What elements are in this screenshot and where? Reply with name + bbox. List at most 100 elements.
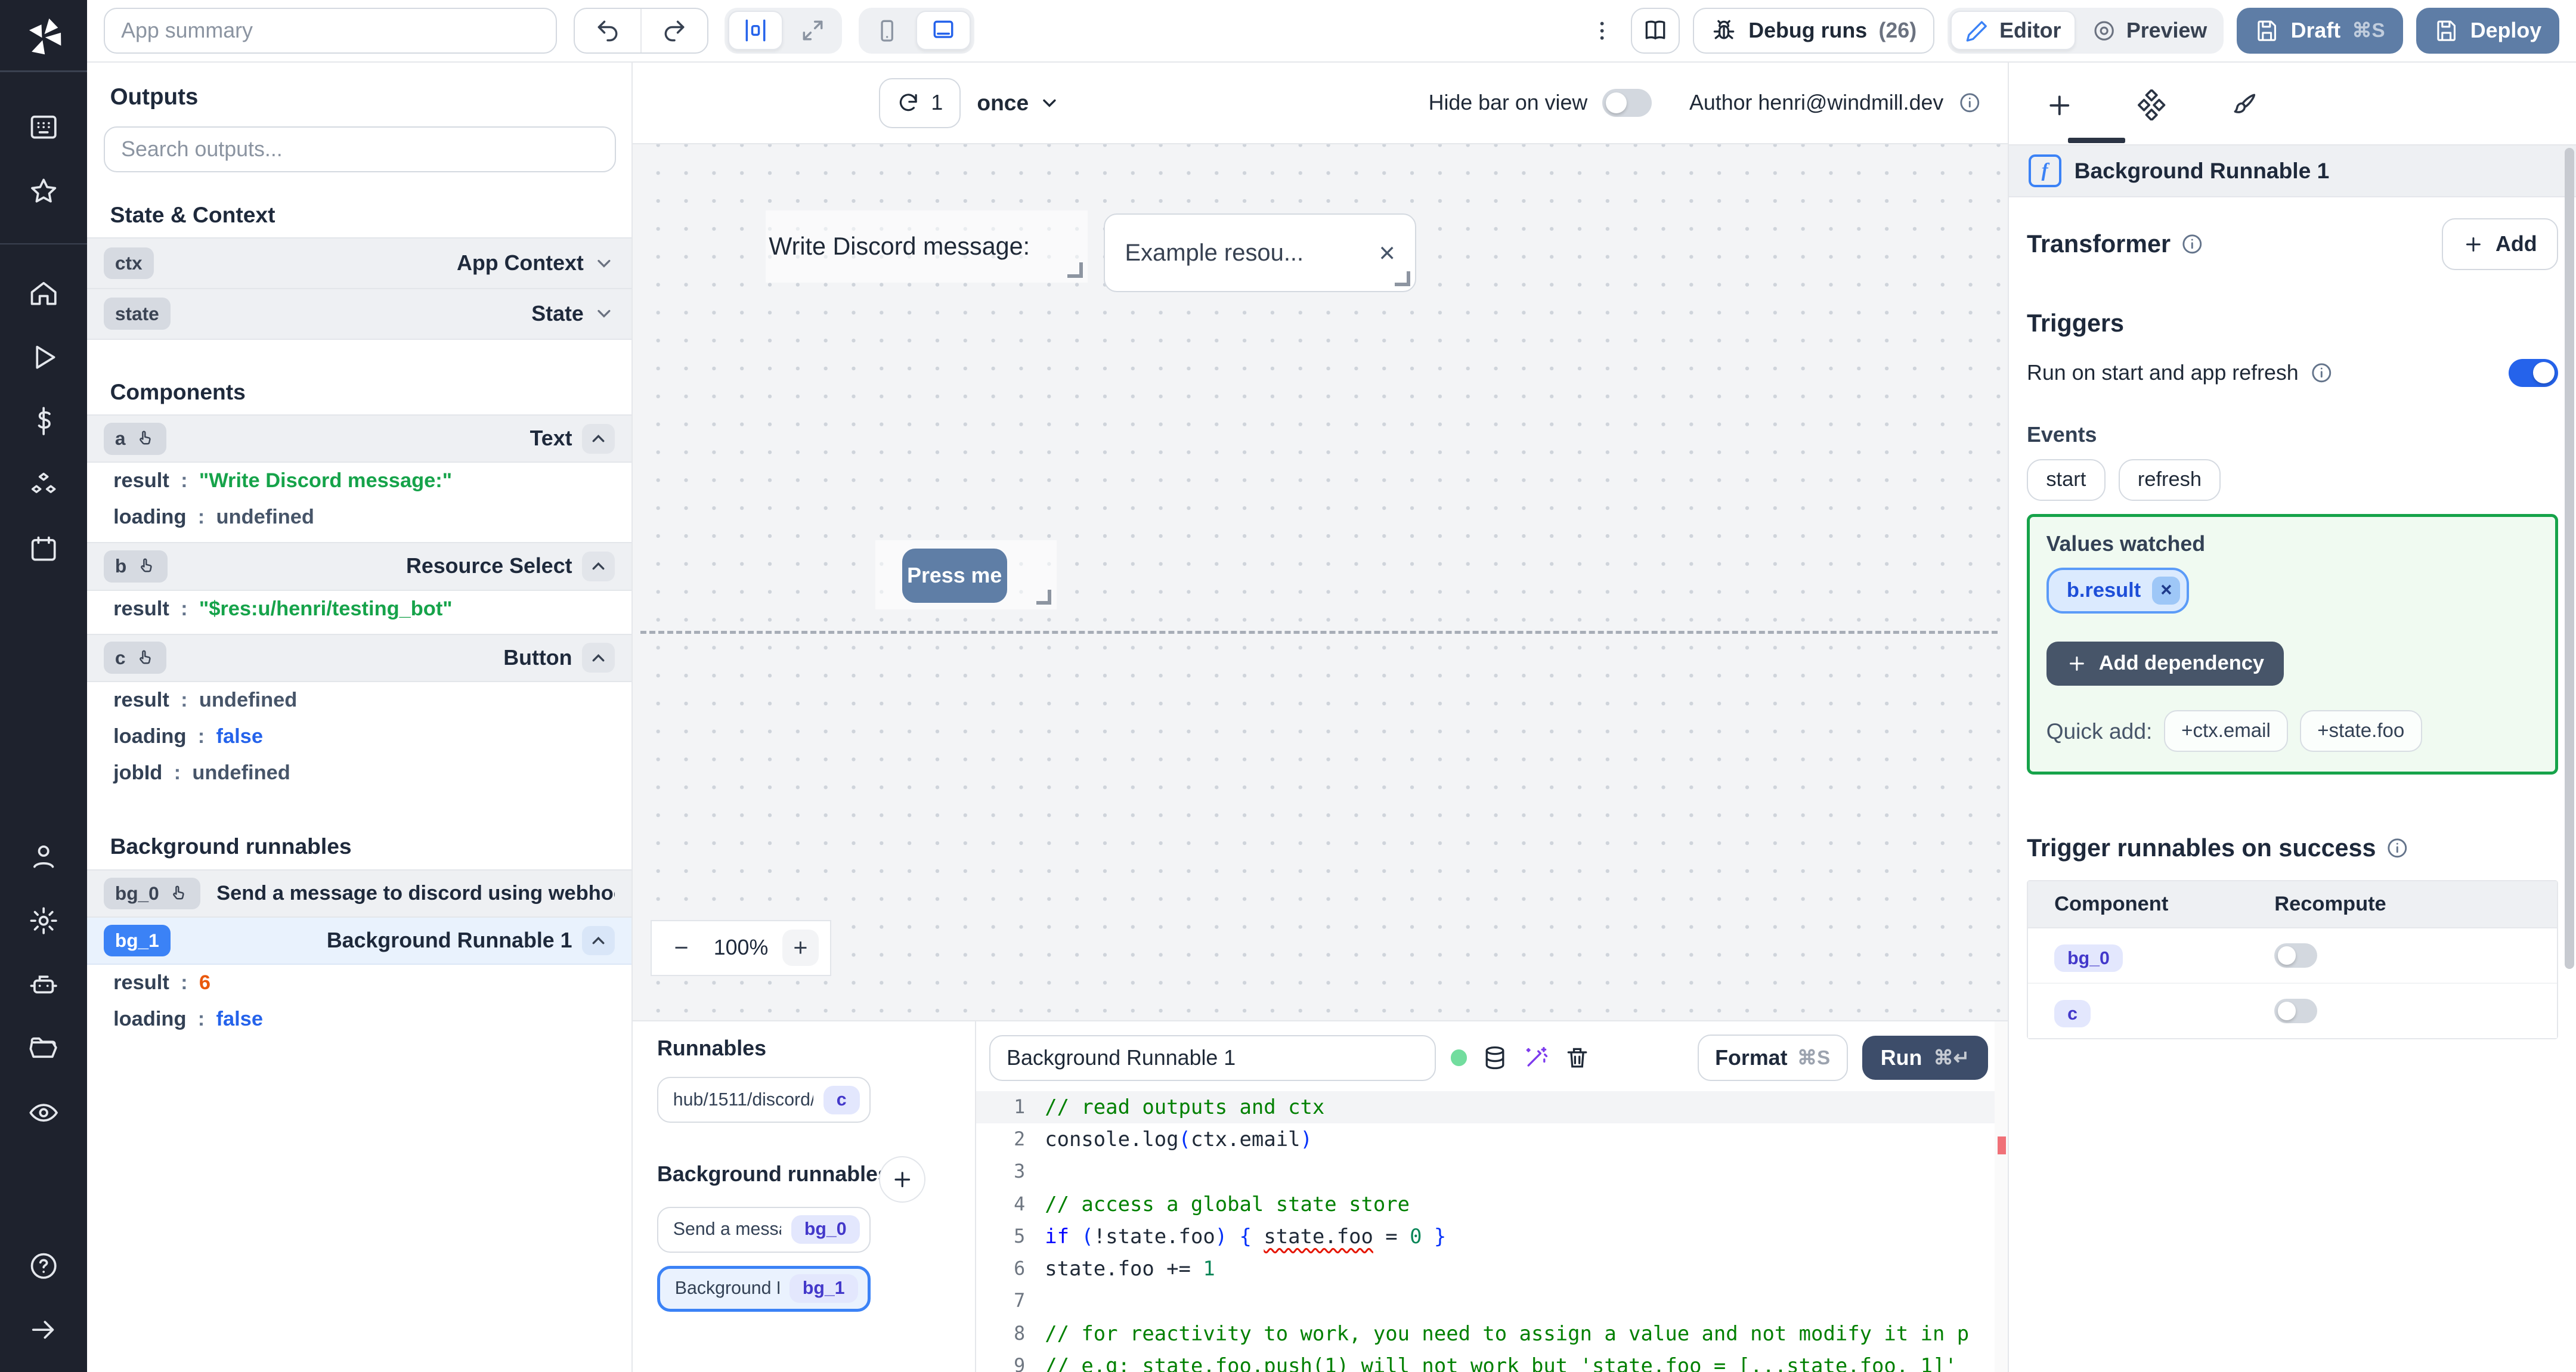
settings-panel: f Background Runnable 1 Transformer Add …	[2007, 62, 2576, 1372]
workers-robot-icon[interactable]	[0, 953, 87, 1017]
collapse-chevron-up-icon[interactable]	[582, 423, 615, 454]
quick-add-ctx-email[interactable]: +ctx.email	[2163, 710, 2289, 752]
schedules-calendar-icon[interactable]	[0, 518, 87, 581]
code-line[interactable]: 4// access a global state store	[976, 1188, 2008, 1221]
code-editor: Format ⌘S Run ⌘↵ 1// read outputs and ct…	[976, 1021, 2008, 1372]
event-start-pill[interactable]: start	[2027, 459, 2106, 501]
run-mode-dropdown[interactable]: once	[977, 90, 1060, 116]
tab-editor[interactable]: Editor	[1950, 11, 2076, 51]
component-a-header[interactable]: a Text	[87, 414, 631, 463]
resize-handle[interactable]	[1036, 589, 1052, 605]
trigger-on-success-title: Trigger runnables on success	[2027, 834, 2376, 862]
bg1-badge: bg_1	[103, 924, 171, 957]
code-line[interactable]: 9// e.g: state.foo.push(1) will not work…	[976, 1350, 2008, 1372]
settings-gear-icon[interactable]	[0, 888, 87, 952]
hide-bar-toggle[interactable]	[1602, 89, 1652, 117]
recompute-toggle[interactable]	[2274, 943, 2317, 968]
tab-preview[interactable]: Preview	[2079, 11, 2220, 50]
component-settings-tab-diamonds-icon[interactable]	[2124, 86, 2180, 121]
ai-wand-icon[interactable]	[1523, 1045, 1549, 1071]
code-line[interactable]: 8// for reactivity to work, you need to …	[976, 1318, 2008, 1350]
code-line[interactable]: 3	[976, 1156, 2008, 1188]
component-c-header[interactable]: c Button	[87, 633, 631, 682]
desktop-view-button[interactable]	[916, 11, 971, 51]
runnable-name-input[interactable]	[989, 1035, 1436, 1081]
folders-icon[interactable]	[0, 1017, 87, 1080]
bg1-row-selected[interactable]: bg_1 Background Runnable 1	[87, 918, 631, 965]
text-component[interactable]: Write Discord message:	[765, 210, 1088, 283]
center-layout-button[interactable]	[727, 11, 784, 51]
runnable-item-bg0[interactable]: Send a message... bg_0	[657, 1206, 871, 1253]
app-height-boundary	[640, 630, 1998, 634]
collapse-chevron-up-icon[interactable]	[582, 552, 615, 581]
button-component-cell[interactable]: Press me	[875, 540, 1057, 610]
zoom-level: 100%	[713, 936, 769, 960]
code-line[interactable]: 7	[976, 1285, 2008, 1317]
visibility-eye-icon[interactable]	[0, 1081, 87, 1145]
recompute-toggle[interactable]	[2274, 998, 2317, 1024]
variables-dollar-icon[interactable]	[0, 389, 87, 453]
collapse-chevron-up-icon[interactable]	[582, 925, 615, 956]
zoom-in-button[interactable]: +	[782, 930, 819, 966]
event-refresh-pill[interactable]: refresh	[2118, 459, 2221, 501]
code-line[interactable]: 6 state.foo += 1	[976, 1253, 2008, 1285]
code-content[interactable]: 1// read outputs and ctx 2 console.log(ctx…	[976, 1091, 2008, 1372]
apps-icon[interactable]	[0, 95, 87, 159]
mobile-view-button[interactable]	[862, 11, 912, 50]
styling-tab-brush-icon[interactable]	[2216, 87, 2272, 120]
resize-handle[interactable]	[1067, 262, 1083, 278]
overview-ruler	[1994, 1021, 2008, 1372]
delete-trash-icon[interactable]	[1564, 1045, 1590, 1071]
collapse-arrow-icon[interactable]	[0, 1298, 87, 1362]
component-b-header[interactable]: b Resource Select	[87, 542, 631, 591]
kv-value: undefined	[199, 688, 298, 711]
debug-runs-button[interactable]: Debug runs (26)	[1693, 7, 1934, 54]
code-line[interactable]: 5 if (!state.foo) { state.foo = 0 }	[976, 1221, 2008, 1253]
ctx-row[interactable]: ctx App Context	[87, 237, 631, 289]
add-background-runnable-button[interactable]	[878, 1156, 926, 1203]
add-transformer-button[interactable]: Add	[2441, 218, 2558, 271]
app-summary-input[interactable]	[103, 7, 557, 54]
resource-select-component[interactable]: Example resou... ×	[1104, 213, 1416, 293]
windmill-logo-icon[interactable]	[22, 15, 65, 58]
watched-value-chip[interactable]: b.result ×	[2046, 567, 2190, 614]
help-icon[interactable]	[0, 1234, 87, 1297]
redo-button[interactable]	[640, 8, 707, 52]
code-line[interactable]: 1// read outputs and ctx	[976, 1091, 2008, 1124]
app-canvas[interactable]: Write Discord message: Example resou... …	[632, 144, 2008, 1020]
expand-layout-button[interactable]	[787, 11, 839, 50]
format-button[interactable]: Format ⌘S	[1697, 1034, 1848, 1082]
undo-button[interactable]	[575, 9, 640, 52]
press-me-button[interactable]: Press me	[902, 549, 1007, 603]
state-row[interactable]: state State	[87, 289, 631, 340]
runnable-item-c[interactable]: hub/1511/discord/se... c	[657, 1077, 871, 1123]
clear-selection-icon[interactable]: ×	[1379, 237, 1395, 269]
search-outputs-input[interactable]	[103, 126, 617, 173]
runnable-item-bg1-selected[interactable]: Background Run... bg_1	[657, 1265, 871, 1312]
user-icon[interactable]	[0, 825, 87, 888]
panel-scrollbar[interactable]	[2564, 147, 2575, 970]
add-dependency-button[interactable]: Add dependency	[2046, 641, 2284, 686]
active-tab-indicator	[2067, 138, 2126, 143]
home-icon[interactable]	[0, 261, 87, 325]
run-button[interactable]: Run ⌘↵	[1862, 1035, 1988, 1080]
collapse-chevron-up-icon[interactable]	[582, 643, 615, 673]
quick-add-state-foo[interactable]: +state.foo	[2299, 710, 2422, 752]
runs-play-icon[interactable]	[0, 325, 87, 389]
code-line[interactable]: 2 console.log(ctx.email)	[976, 1123, 2008, 1156]
refresh-count-button[interactable]: 1	[878, 78, 961, 128]
bg0-row[interactable]: bg_0 Send a message to discord using web…	[87, 869, 631, 918]
resources-cubes-icon[interactable]	[0, 453, 87, 517]
remove-dependency-icon[interactable]: ×	[2152, 576, 2181, 605]
docs-book-button[interactable]	[1630, 7, 1680, 54]
favorites-star-icon[interactable]	[0, 159, 87, 223]
zoom-out-button[interactable]: −	[663, 930, 699, 966]
more-menu-kebab-icon[interactable]	[1586, 18, 1617, 43]
draft-button[interactable]: Draft ⌘S	[2236, 7, 2403, 54]
hide-bar-label: Hide bar on view	[1428, 91, 1588, 115]
cache-database-icon[interactable]	[1482, 1045, 1508, 1071]
resize-handle[interactable]	[1395, 271, 1410, 287]
run-on-start-toggle[interactable]	[2509, 358, 2558, 387]
insert-component-tab-plus-icon[interactable]	[2032, 87, 2088, 120]
deploy-button[interactable]: Deploy	[2416, 7, 2560, 54]
